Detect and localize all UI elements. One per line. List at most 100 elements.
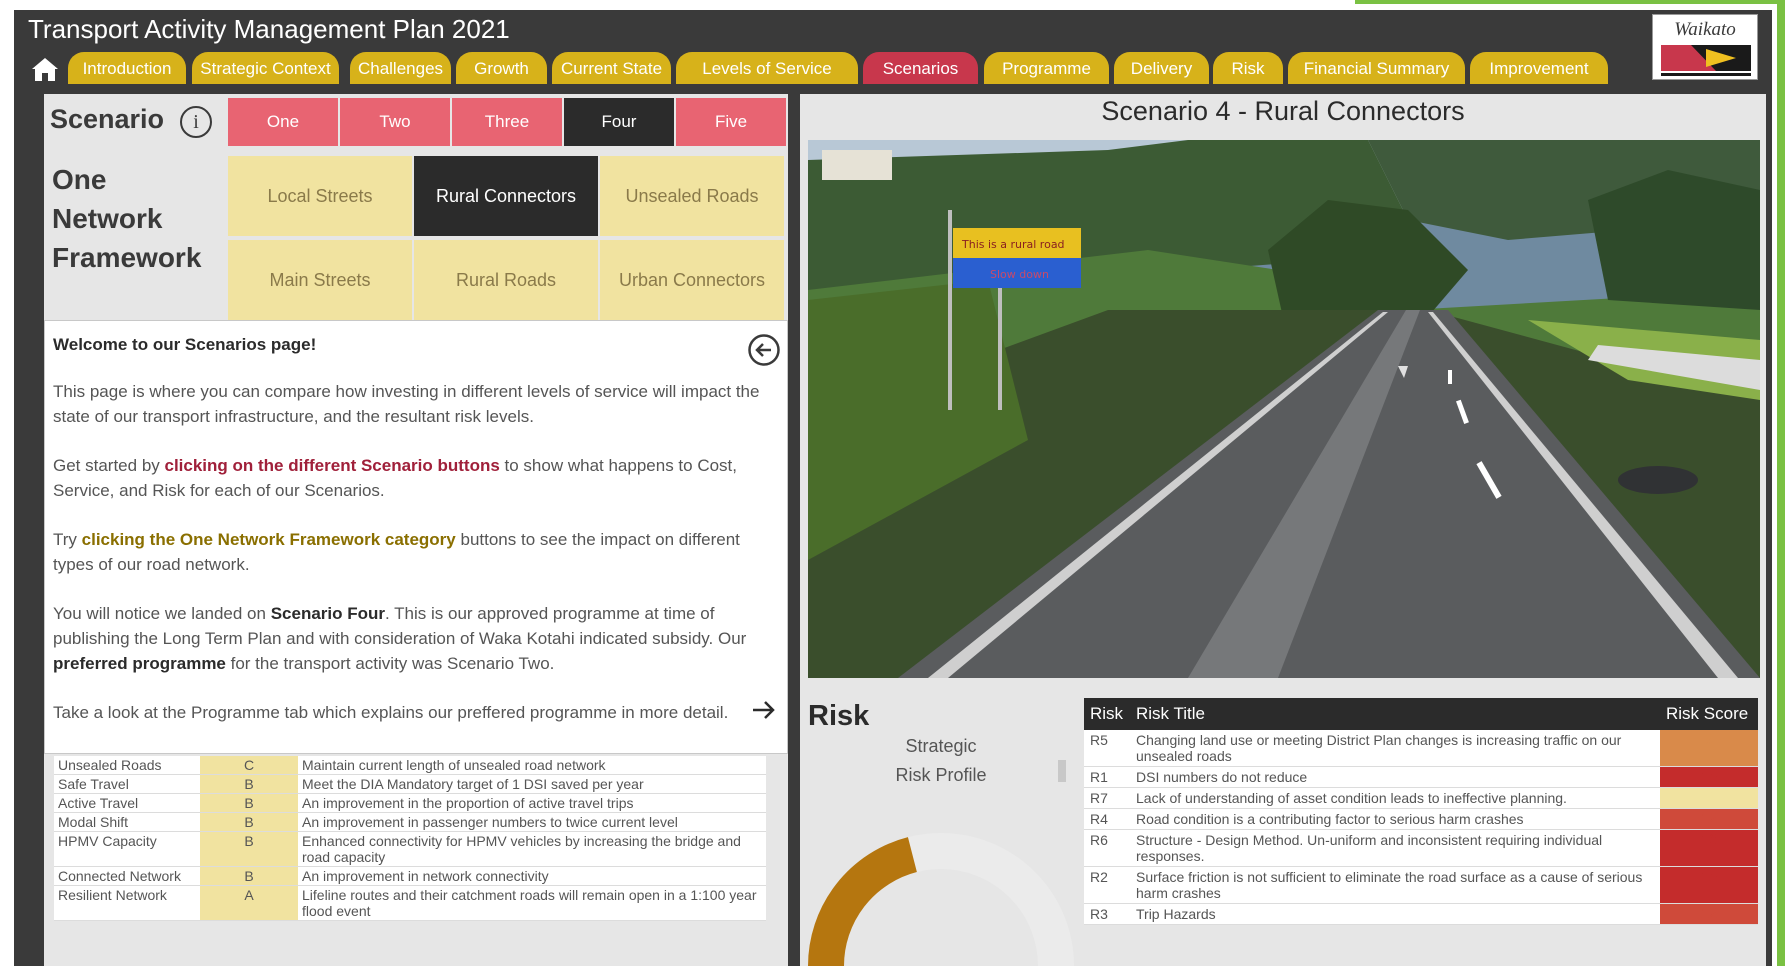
risk-row: R1 DSI numbers do not reduce 15 — [1084, 766, 1758, 788]
risk-row: R5 Changing land use or meeting District … — [1084, 730, 1758, 767]
welcome-paragraph-4: You will notice we landed on Scenario Fo… — [53, 604, 747, 673]
risk-heading: Risk — [808, 700, 870, 732]
scrollbar-thumb[interactable] — [1058, 760, 1066, 782]
welcome-paragraph-2: Get started by clicking on the different… — [53, 456, 738, 500]
logo-emblem — [1661, 45, 1751, 76]
risk-score: 12 — [1660, 903, 1758, 925]
scenario-button-two[interactable]: Two — [340, 98, 450, 146]
los-row: Connected Network B An improvement in netw… — [54, 866, 766, 886]
rural-road-photo: This is a rural road Slow down — [808, 140, 1760, 678]
los-grade: C — [200, 756, 298, 775]
risk-id: R5 — [1084, 730, 1130, 767]
onf-rural-connectors[interactable]: Rural Connectors — [414, 156, 598, 236]
risk-title: Road condition is a contributing factor … — [1130, 808, 1660, 830]
risk-row: R7 Lack of understanding of asset conditi… — [1084, 787, 1758, 809]
los-desc: An improvement in the proportion of acti… — [298, 793, 766, 813]
los-row: Safe Travel B Meet the DIA Mandatory targe… — [54, 774, 766, 794]
risk-table-header: Risk Risk Title Risk Score — [1084, 698, 1758, 730]
tab-programme[interactable]: Programme — [984, 52, 1109, 84]
los-name: Connected Network — [54, 866, 200, 886]
scenario-button-one[interactable]: One — [228, 98, 338, 146]
welcome-paragraph-5: Take a look at the Programme tab which e… — [53, 703, 729, 722]
los-grade: B — [200, 812, 298, 832]
onf-local-streets[interactable]: Local Streets — [228, 156, 412, 236]
levels-of-service-table: Unsealed Roads C Maintain current length o… — [54, 756, 766, 921]
tab-challenges[interactable]: Challenges — [350, 52, 451, 84]
tab-financial-summary[interactable]: Financial Summary — [1288, 52, 1465, 84]
risk-table: Risk Risk Title Risk Score R5 Changing land … — [1084, 698, 1758, 925]
welcome-paragraph-3: Try clicking the One Network Framework c… — [53, 530, 740, 574]
los-row: Resilient Network A Lifeline routes and th… — [54, 885, 766, 921]
tab-delivery[interactable]: Delivery — [1114, 52, 1209, 84]
green-edge — [1777, 0, 1785, 966]
back-arrow-icon[interactable] — [747, 333, 781, 367]
tab-improvement[interactable]: Improvement — [1470, 52, 1608, 84]
app-title: Transport Activity Management Plan 2021 — [28, 14, 510, 44]
risk-col-title[interactable]: Risk Title — [1130, 698, 1660, 730]
risk-title: Structure - Design Method. Un-uniform an… — [1130, 829, 1660, 867]
risk-row: R3 Trip Hazards 12 — [1084, 903, 1758, 925]
risk-col-id[interactable]: Risk — [1084, 698, 1130, 730]
los-desc: An improvement in network connectivity — [298, 866, 766, 886]
risk-title: Surface friction is not sufficient to el… — [1130, 866, 1660, 904]
onf-rural-roads[interactable]: Rural Roads — [414, 240, 598, 320]
los-name: Active Travel — [54, 793, 200, 813]
scenario-button-three[interactable]: Three — [452, 98, 562, 146]
app-window: Transport Activity Management Plan 2021 … — [0, 0, 1785, 966]
risk-id: R1 — [1084, 766, 1130, 788]
los-desc: Meet the DIA Mandatory target of 1 DSI s… — [298, 774, 766, 794]
los-desc: Maintain current length of unsealed road… — [298, 756, 766, 775]
scenario-label: Scenario — [50, 104, 165, 134]
risk-col-score[interactable]: Risk Score — [1660, 698, 1758, 730]
los-grade: B — [200, 774, 298, 794]
welcome-paragraph-1: This page is where you can compare how i… — [53, 382, 760, 426]
sign-line-1: This is a rural road — [961, 238, 1065, 251]
tab-current-state[interactable]: Current State — [552, 52, 671, 84]
los-name: Safe Travel — [54, 774, 200, 794]
onf-urban-connectors[interactable]: Urban Connectors — [600, 240, 784, 320]
tab-scenarios[interactable]: Scenarios — [863, 52, 978, 84]
green-top-strip — [1355, 0, 1785, 4]
los-desc: Lifeline routes and their catchment road… — [298, 885, 766, 921]
onf-label: One Network Framework — [52, 164, 202, 273]
home-icon[interactable] — [30, 56, 60, 82]
onf-unsealed-roads[interactable]: Unsealed Roads — [600, 156, 784, 236]
los-row: Active Travel B An improvement in the prop… — [54, 793, 766, 813]
risk-id: R2 — [1084, 866, 1130, 904]
los-grade: B — [200, 793, 298, 813]
los-grade: A — [200, 885, 298, 921]
risk-id: R6 — [1084, 829, 1130, 867]
waikato-logo: Waikato — [1652, 14, 1758, 80]
los-grade: B — [200, 866, 298, 886]
tab-strategic-context[interactable]: Strategic Context — [192, 52, 339, 84]
risk-score: 9 — [1660, 730, 1758, 767]
gauge-fill — [808, 837, 918, 966]
welcome-body: This page is where you can compare how i… — [53, 379, 775, 749]
tab-growth[interactable]: Growth — [456, 52, 547, 84]
risk-title: Trip Hazards — [1130, 903, 1660, 925]
scenario-button-five[interactable]: Five — [676, 98, 786, 146]
los-name: Unsealed Roads — [54, 756, 200, 775]
tab-levels-of-service[interactable]: Levels of Service — [676, 52, 858, 84]
scenario-view-title: Scenario 4 - Rural Connectors — [1101, 96, 1465, 126]
next-arrow-icon[interactable] — [749, 695, 779, 725]
welcome-title: Welcome to our Scenarios page! — [53, 335, 317, 354]
onf-main-streets[interactable]: Main Streets — [228, 240, 412, 320]
los-row: Unsealed Roads C Maintain current length o… — [54, 756, 766, 775]
risk-title: Changing land use or meeting District Pl… — [1130, 730, 1660, 767]
risk-id: R7 — [1084, 787, 1130, 809]
strategic-risk-profile-label: Strategic Risk Profile — [895, 736, 987, 785]
risk-score: 12 — [1660, 808, 1758, 830]
risk-row: R2 Surface friction is not sufficient to … — [1084, 866, 1758, 904]
scenario-button-four[interactable]: Four — [564, 98, 674, 146]
tab-risk[interactable]: Risk — [1213, 52, 1283, 84]
los-row: Modal Shift B An improvement in passenger … — [54, 812, 766, 832]
los-name: HPMV Capacity — [54, 831, 200, 867]
tab-introduction[interactable]: Introduction — [68, 52, 186, 84]
info-icon[interactable]: i — [180, 106, 212, 138]
risk-score: 16 — [1660, 829, 1758, 867]
risk-title: Lack of understanding of asset condition… — [1130, 787, 1660, 809]
risk-row: R6 Structure - Design Method. Un-uniform … — [1084, 829, 1758, 867]
los-desc: An improvement in passenger numbers to t… — [298, 812, 766, 832]
los-grade: B — [200, 831, 298, 867]
